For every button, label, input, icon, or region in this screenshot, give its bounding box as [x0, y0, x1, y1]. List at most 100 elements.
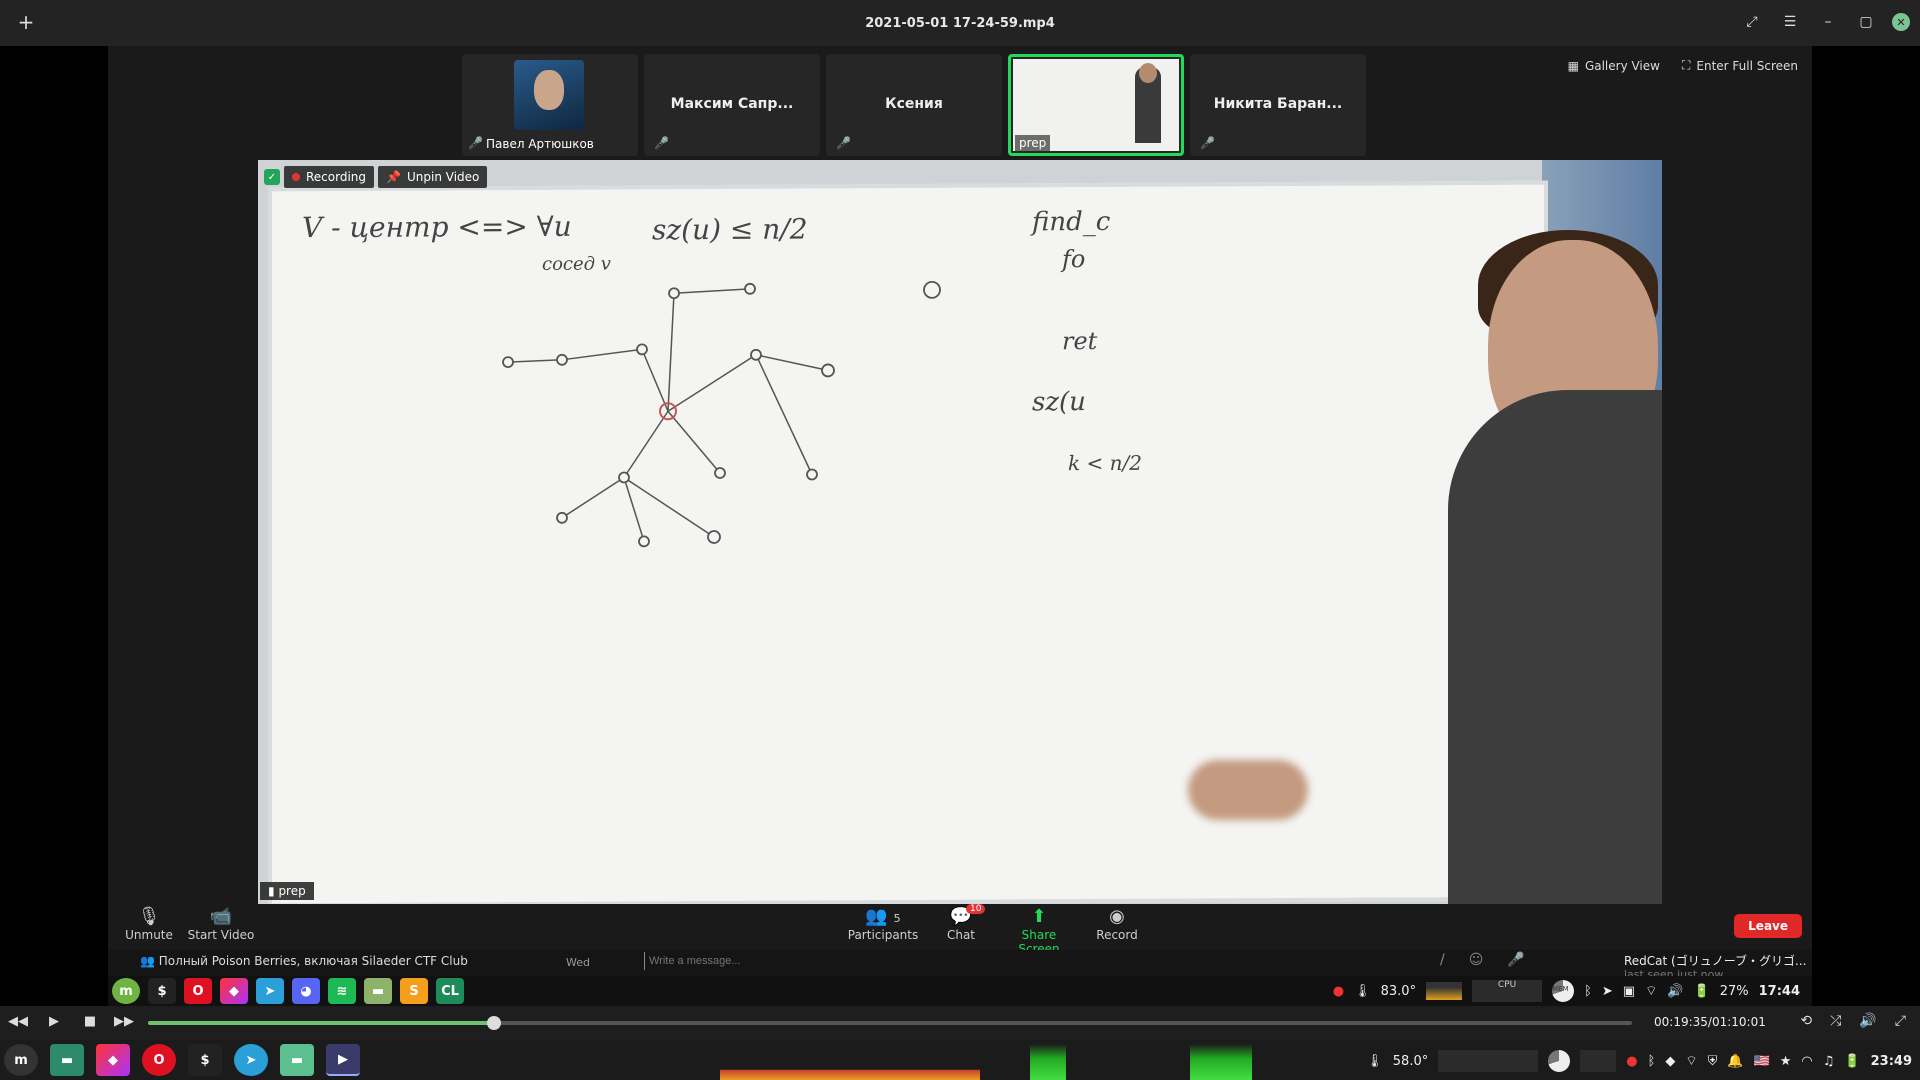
- chat-channel-title[interactable]: 👥 Полный Poison Berries, включая Silaede…: [140, 954, 468, 968]
- grid-icon: ▦: [1567, 58, 1579, 73]
- telegram-icon[interactable]: ➤: [256, 978, 284, 1004]
- group-icon: 👥: [140, 954, 155, 968]
- recording-dot-icon: [292, 173, 300, 181]
- bluetooth-icon[interactable]: ᛒ: [1584, 984, 1592, 999]
- zoom-tray-icon[interactable]: ▣: [1623, 984, 1635, 999]
- participant-thumb-active[interactable]: prep: [1008, 54, 1184, 156]
- close-icon[interactable]: ✕: [1892, 13, 1910, 31]
- record-icon: ◉: [1109, 906, 1125, 927]
- emoji-icon[interactable]: ☺: [1469, 952, 1484, 968]
- shuffle-icon[interactable]: ⤮: [1830, 1013, 1841, 1029]
- location-icon: ●: [1332, 983, 1345, 999]
- opera-icon[interactable]: O: [184, 978, 212, 1004]
- volume-icon[interactable]: 🔊: [1859, 1013, 1876, 1029]
- seek-handle[interactable]: [486, 1016, 501, 1030]
- mic-icon[interactable]: 🎤: [1507, 952, 1524, 968]
- music-icon[interactable]: ♫: [1823, 1054, 1835, 1069]
- security-shield-icon[interactable]: ✓: [264, 169, 280, 185]
- location-icon: ●: [1626, 1053, 1638, 1069]
- mint-menu-icon[interactable]: m: [112, 978, 140, 1004]
- muted-mic-icon: 🎤: [1200, 136, 1215, 150]
- clock[interactable]: 17:44: [1759, 984, 1800, 999]
- audio-visualizer: [1190, 1044, 1252, 1080]
- share-screen-button[interactable]: ⬆ Share Screen: [1002, 906, 1076, 956]
- mic-muted-icon: 🎙: [137, 906, 161, 927]
- board-right2: fo: [1062, 245, 1086, 274]
- unpin-video-button[interactable]: 📌 Unpin Video: [378, 166, 488, 188]
- title-bar: + 2021-05-01 17-24-59.mp4 ⤢ ☰ – ▢ ✕: [0, 0, 1920, 46]
- signal-icon: ▮: [268, 884, 275, 898]
- network-icon[interactable]: ⌔: [1645, 983, 1657, 999]
- terminal-icon[interactable]: $: [148, 978, 176, 1004]
- video-player-controls: ◀◀ ▶ ■ ▶▶ 00:19:35/01:10:01 ⟲ ⤮ 🔊 ⤢: [0, 1006, 1920, 1040]
- leave-button[interactable]: Leave: [1734, 914, 1802, 938]
- maximize-icon[interactable]: ▢: [1854, 9, 1878, 35]
- bluetooth-icon[interactable]: ᛒ: [1648, 1054, 1656, 1069]
- seek-bar[interactable]: [148, 1016, 1632, 1030]
- jetbrains-icon[interactable]: ◆: [220, 978, 248, 1004]
- participant-thumb[interactable]: Максим Сапр... 🎤: [644, 54, 820, 156]
- rewind-icon[interactable]: ◀◀: [8, 1014, 28, 1029]
- seek-progress: [148, 1021, 494, 1025]
- whiteboard-drawing: [502, 280, 941, 548]
- participant-name: Максим Сапр...: [670, 96, 794, 112]
- participants-button[interactable]: 👥 5 Participants: [846, 906, 920, 942]
- notification-icon[interactable]: 🔔: [1727, 1054, 1743, 1069]
- network-icon[interactable]: ⌔: [1685, 1053, 1697, 1069]
- pin-icon: 📌: [386, 170, 401, 184]
- spotify-icon[interactable]: ≋: [328, 978, 356, 1004]
- flag-us-icon[interactable]: 🇺🇸: [1754, 1054, 1770, 1069]
- terminal-icon[interactable]: $: [188, 1044, 222, 1076]
- telegram-tray-icon[interactable]: ➤: [1602, 984, 1613, 999]
- expand-icon[interactable]: ⤢: [1740, 9, 1764, 35]
- new-tab-plus-icon[interactable]: +: [14, 10, 38, 34]
- video-off-icon: 📹: [209, 906, 233, 927]
- zoom-toolbar: 🎙 Unmute 📹 Start Video 👥 5 Participants …: [108, 904, 1812, 956]
- recording-indicator[interactable]: Recording: [284, 166, 375, 188]
- wifi-icon[interactable]: ◠: [1801, 1054, 1812, 1069]
- record-button[interactable]: ◉ Record: [1080, 906, 1154, 942]
- participant-thumb[interactable]: Никита Баран... 🎤: [1190, 54, 1366, 156]
- video-player-icon[interactable]: ▶: [326, 1044, 360, 1076]
- board-right5: k < n/2: [1068, 450, 1142, 476]
- fast-forward-icon[interactable]: ▶▶: [114, 1014, 134, 1029]
- cpu-graph: [1438, 1050, 1539, 1072]
- participant-name: prep: [1015, 135, 1051, 151]
- participant-thumb[interactable]: 🎤 Павел Артюшков: [462, 54, 638, 156]
- enter-fullscreen-button[interactable]: ⛶ Enter Full Screen: [1676, 54, 1804, 77]
- chat-user-name[interactable]: RedCat (ゴリュノーブ・グリゴ...: [1624, 952, 1806, 969]
- minimize-icon[interactable]: –: [1816, 9, 1840, 35]
- jetbrains-tray-icon[interactable]: ◆: [1665, 1054, 1675, 1069]
- volume-icon[interactable]: 🔊: [1667, 984, 1683, 999]
- files-icon[interactable]: ▬: [50, 1044, 84, 1076]
- clion-icon[interactable]: CL: [436, 978, 464, 1004]
- mint-menu-icon[interactable]: m: [4, 1044, 38, 1076]
- participant-thumb[interactable]: Ксения 🎤: [826, 54, 1002, 156]
- jetbrains-icon[interactable]: ◆: [96, 1044, 130, 1076]
- files-icon[interactable]: ▬: [364, 978, 392, 1004]
- fullscreen-icon[interactable]: ⤢: [1895, 1013, 1906, 1029]
- loop-icon[interactable]: ⟲: [1800, 1013, 1812, 1029]
- telegram-icon[interactable]: ➤: [234, 1044, 268, 1076]
- clock[interactable]: 23:49: [1871, 1054, 1912, 1069]
- start-video-button[interactable]: 📹 Start Video: [184, 906, 258, 942]
- menu-icon[interactable]: ☰: [1778, 9, 1802, 35]
- opera-icon[interactable]: O: [142, 1044, 176, 1076]
- discord-icon[interactable]: ◕: [292, 978, 320, 1004]
- shield-icon[interactable]: ⛨: [1708, 1054, 1718, 1069]
- sublime-icon[interactable]: S: [400, 978, 428, 1004]
- main-video[interactable]: V - центр <=> ∀u сосед v sz(u) ≤ n/2 fin…: [258, 160, 1662, 904]
- fullscreen-icon: ⛶: [1681, 58, 1691, 72]
- chat-button[interactable]: 💬 10 Chat: [924, 904, 998, 942]
- memory-monitor: MEM: [1552, 980, 1575, 1002]
- folder-icon[interactable]: ▬: [280, 1044, 314, 1076]
- play-icon[interactable]: ▶: [44, 1014, 64, 1029]
- video-name-tag: ▮ prep: [260, 882, 314, 900]
- participant-name: Ксения: [885, 96, 943, 112]
- unmute-button[interactable]: 🎙 Unmute: [112, 906, 186, 942]
- star-icon[interactable]: ★: [1780, 1054, 1792, 1069]
- message-input[interactable]: [644, 952, 1124, 970]
- stop-icon[interactable]: ■: [80, 1014, 100, 1029]
- commands-icon[interactable]: /: [1440, 952, 1445, 968]
- gallery-view-button[interactable]: ▦ Gallery View: [1562, 54, 1666, 77]
